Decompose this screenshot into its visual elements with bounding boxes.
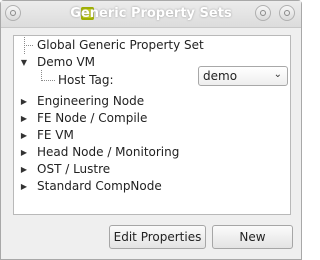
generic-property-sets-window: Generic Property Sets Global Generic Pro… bbox=[0, 0, 302, 260]
tree-item-label: FE VM bbox=[37, 128, 74, 142]
tree-guide-line bbox=[41, 80, 55, 82]
tree-item-head-node-monitoring[interactable]: ▶ Head Node / Monitoring bbox=[14, 144, 290, 161]
new-button[interactable]: New bbox=[212, 225, 293, 249]
expander-right-icon[interactable]: ▶ bbox=[20, 93, 28, 110]
tree-item-engineering-node[interactable]: ▶ Engineering Node bbox=[14, 93, 290, 110]
tree-guide-line bbox=[24, 45, 33, 47]
expander-down-icon[interactable]: ▼ bbox=[20, 54, 28, 71]
tree-item-label: Demo VM bbox=[37, 55, 96, 69]
tree-item-fe-vm[interactable]: ▶ FE VM bbox=[14, 127, 290, 144]
host-tag-value: demo bbox=[203, 69, 238, 83]
host-tag-label: Host Tag: bbox=[58, 73, 114, 87]
tree-item-global-generic-property-set[interactable]: Global Generic Property Set bbox=[14, 37, 290, 54]
tree-item-fe-node-compile[interactable]: ▶ FE Node / Compile bbox=[14, 110, 290, 127]
expander-right-icon[interactable]: ▶ bbox=[20, 161, 28, 178]
tree-item-label: FE Node / Compile bbox=[37, 111, 148, 125]
circle-icon bbox=[284, 10, 290, 16]
expander-right-icon[interactable]: ▶ bbox=[20, 178, 28, 195]
edit-properties-button[interactable]: Edit Properties bbox=[109, 225, 206, 249]
tree-item-label: Global Generic Property Set bbox=[37, 38, 204, 52]
expander-right-icon[interactable]: ▶ bbox=[20, 110, 28, 127]
tree-item-label: Engineering Node bbox=[37, 94, 145, 108]
expander-right-icon[interactable]: ▶ bbox=[20, 144, 28, 161]
title-bar[interactable]: Generic Property Sets bbox=[1, 1, 301, 28]
chevron-down-icon: ⌄ bbox=[273, 69, 282, 80]
tree-item-ost-lustre[interactable]: ▶ OST / Lustre bbox=[14, 161, 290, 178]
expander-right-icon[interactable]: ▶ bbox=[20, 127, 28, 144]
host-tag-select[interactable]: demo ⌄ bbox=[198, 66, 288, 86]
tree-item-label: Standard CompNode bbox=[37, 179, 162, 193]
property-set-tree[interactable]: Global Generic Property Set ▼ Demo VM Ho… bbox=[13, 35, 291, 215]
tree-item-label: OST / Lustre bbox=[37, 162, 111, 176]
tree-item-label: Head Node / Monitoring bbox=[37, 145, 180, 159]
tree-item-standard-compnode[interactable]: ▶ Standard CompNode bbox=[14, 178, 290, 195]
circle-icon bbox=[260, 10, 266, 16]
close-button[interactable] bbox=[279, 5, 295, 21]
minimize-button[interactable] bbox=[255, 5, 271, 21]
